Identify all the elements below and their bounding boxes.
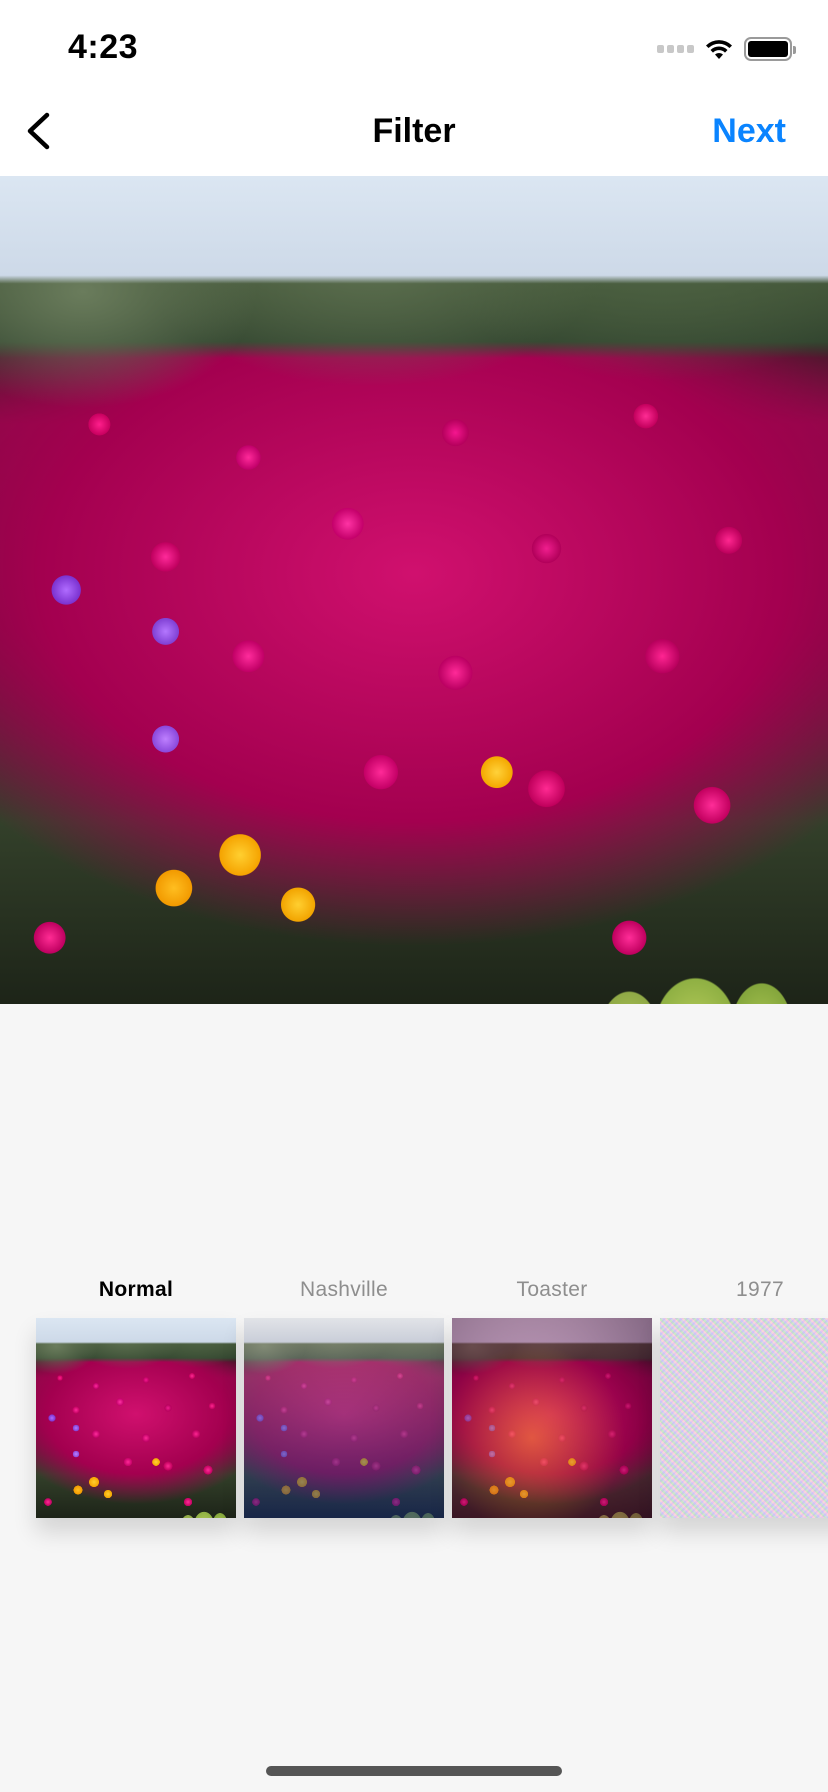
filter-nashville[interactable]: Nashville [244, 1260, 444, 1520]
filter-label: 1977 [736, 1278, 784, 1301]
filter-1977[interactable]: 1977 [660, 1260, 828, 1520]
status-bar: 4:23 [0, 0, 828, 90]
wifi-icon [706, 40, 732, 59]
cellular-signal-icon [657, 45, 694, 53]
photo-preview [0, 176, 828, 1004]
battery-icon [744, 37, 796, 61]
filter-label: Nashville [300, 1278, 388, 1301]
next-button[interactable]: Next [712, 112, 786, 151]
filter-label: Normal [98, 1278, 174, 1301]
filter-thumbnail[interactable] [36, 1318, 236, 1518]
status-icons [657, 36, 796, 62]
filter-toaster[interactable]: Toaster [452, 1260, 652, 1520]
filter-thumbnail[interactable] [660, 1318, 828, 1518]
filter-strip: Normal Nashville Toaster 1977 [0, 1260, 828, 1540]
filter-thumbnail[interactable] [244, 1318, 444, 1518]
filter-normal[interactable]: Normal [36, 1260, 236, 1520]
filter-thumbnail[interactable] [452, 1318, 652, 1518]
flower-photo [0, 176, 828, 1004]
status-time: 4:23 [68, 28, 139, 66]
filter-label: Toaster [516, 1278, 588, 1301]
home-indicator[interactable] [266, 1766, 562, 1776]
nav-bar: Filter Next [0, 90, 828, 176]
page-title: Filter [372, 112, 456, 150]
